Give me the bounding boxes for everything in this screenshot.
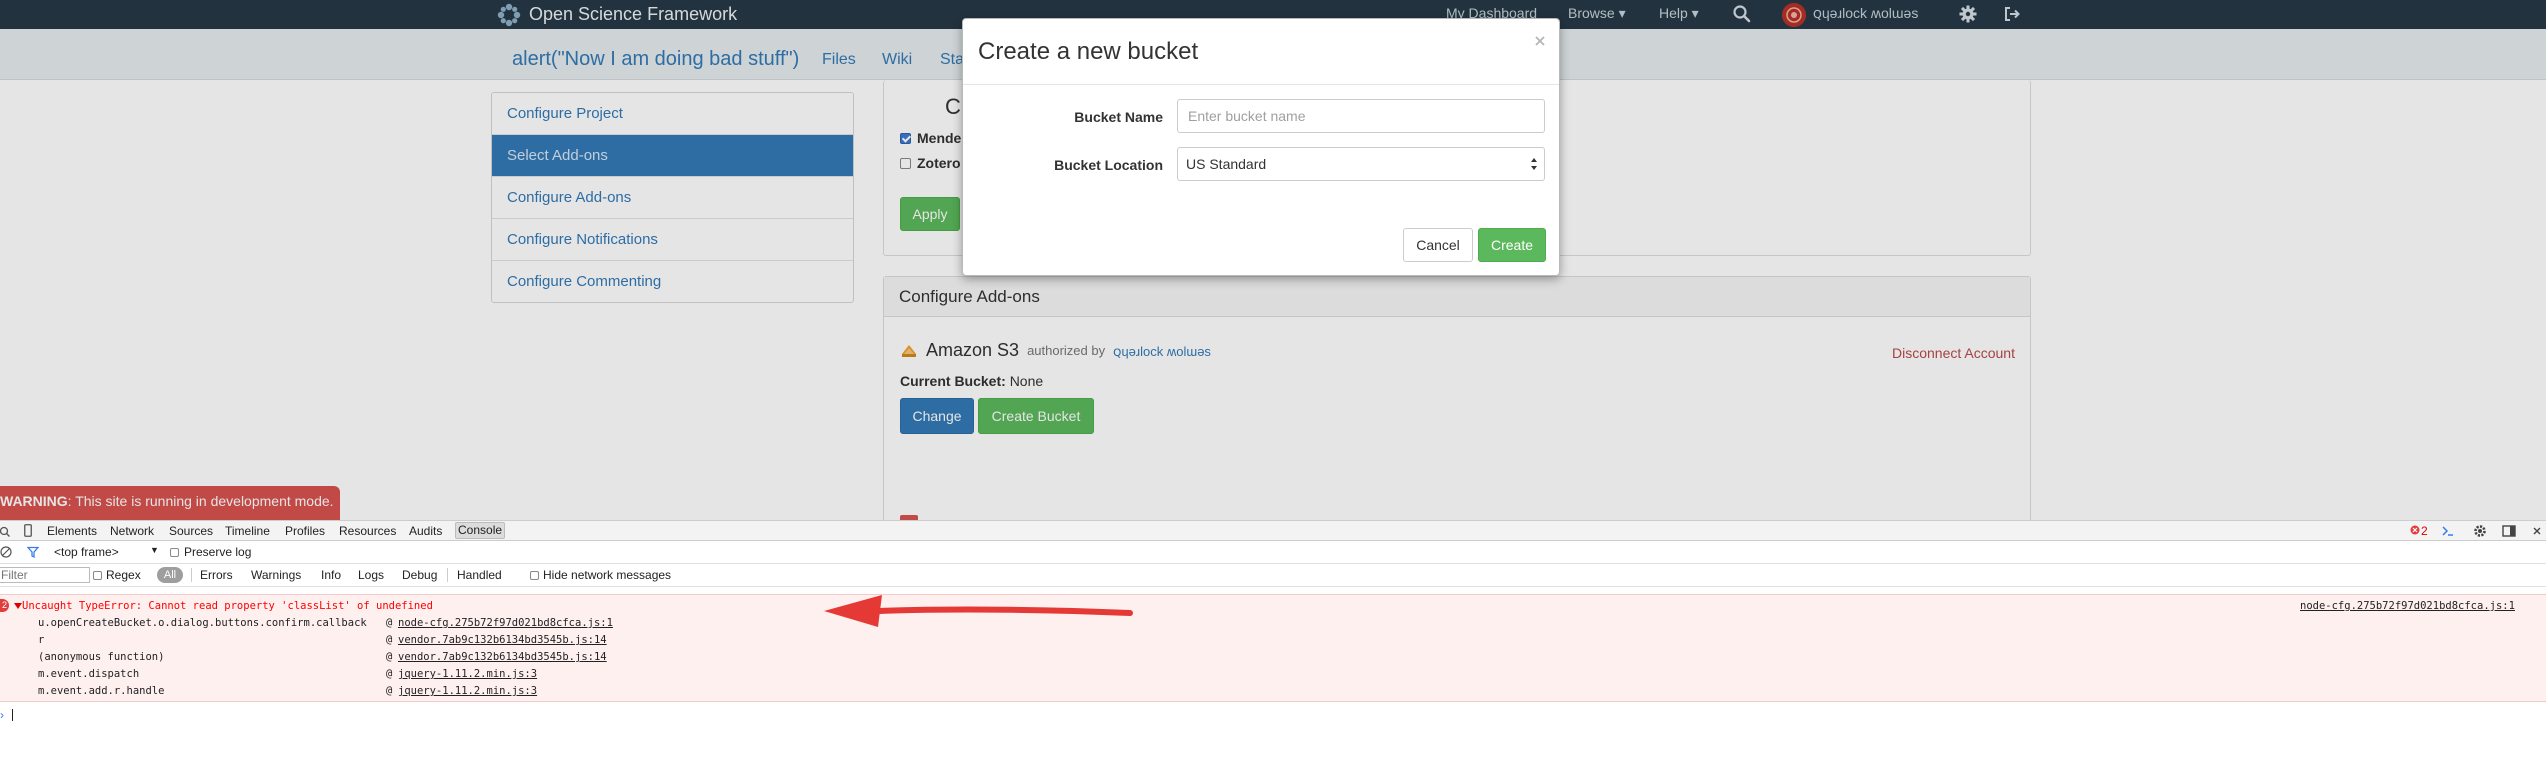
bucket-location-label: Bucket Location <box>1054 157 1163 173</box>
devtools-tab-sources[interactable]: Sources <box>169 524 213 538</box>
create-bucket-modal: Create a new bucket Bucket Name Bucket L… <box>962 18 1560 276</box>
close-devtools-icon[interactable] <box>2532 526 2542 536</box>
dock-side-icon[interactable] <box>2502 524 2516 538</box>
device-mode-icon[interactable] <box>24 524 32 537</box>
bucket-location-select[interactable]: US Standard <box>1177 147 1545 181</box>
stack-frame-fn: m.event.add.r.handle <box>38 685 165 697</box>
preserve-log-label: Preserve log <box>184 545 252 559</box>
frame-selector[interactable]: <top frame> <box>54 545 119 559</box>
stack-frame-fn: r <box>38 634 45 646</box>
bucket-name-input[interactable] <box>1177 99 1545 133</box>
devtools-tab-console[interactable]: Console <box>455 522 506 539</box>
devtools-panel: Elements Network Sources Timeline Profil… <box>0 520 2546 781</box>
filter-icon[interactable] <box>27 546 39 558</box>
stack-frame-at: @ <box>386 651 393 663</box>
stack-frame-link[interactable]: jquery-1.11.2.min.js:3 <box>398 668 537 680</box>
stack-frame-at: @ <box>386 617 393 629</box>
devtools-tab-audits[interactable]: Audits <box>409 524 442 538</box>
stack-frame-link[interactable]: jquery-1.11.2.min.js:3 <box>398 685 537 697</box>
error-source-link[interactable]: node-cfg.275b72f97d021bd8cfca.js:1 <box>2300 600 2515 612</box>
filter-input[interactable] <box>0 567 90 583</box>
error-text: Uncaught TypeError: Cannot read property… <box>22 600 433 612</box>
level-debug[interactable]: Debug <box>402 568 437 582</box>
inspect-icon[interactable] <box>0 525 10 537</box>
stack-frame-link[interactable]: vendor.7ab9c132b6134bd3545b.js:14 <box>398 634 607 646</box>
annotation-arrow-icon <box>824 595 1133 627</box>
osf-page: Open Science Framework My Dashboard Brow… <box>0 0 2546 520</box>
create-button[interactable]: Create <box>1478 228 1546 262</box>
stack-frame-link[interactable]: node-cfg.275b72f97d021bd8cfca.js:1 <box>398 617 613 629</box>
modal-title: Create a new bucket <box>978 38 1199 65</box>
level-logs[interactable]: Logs <box>358 568 384 582</box>
bucket-name-label: Bucket Name <box>1074 109 1163 125</box>
stack-frame-at: @ <box>386 634 393 646</box>
level-handled[interactable]: Handled <box>457 568 502 582</box>
frame-selector-arrow-icon[interactable]: ▼ <box>150 545 159 555</box>
hide-network-checkbox[interactable] <box>530 571 539 580</box>
modal-header: Create a new bucket <box>963 19 1559 85</box>
devtools-tab-resources[interactable]: Resources <box>339 524 396 538</box>
settings-gear-icon[interactable] <box>2473 524 2487 538</box>
expand-triangle-icon[interactable] <box>14 603 22 609</box>
level-errors[interactable]: Errors <box>200 568 233 582</box>
devtools-tab-network[interactable]: Network <box>110 524 154 538</box>
level-warnings[interactable]: Warnings <box>251 568 301 582</box>
cancel-button[interactable]: Cancel <box>1403 228 1473 262</box>
select-arrows-icon <box>1531 158 1537 170</box>
level-all[interactable]: All <box>157 567 183 583</box>
stack-frame-fn: u.openCreateBucket.o.dialog.buttons.conf… <box>38 617 367 629</box>
regex-checkbox[interactable] <box>93 571 102 580</box>
error-count-icon[interactable] <box>2410 525 2420 535</box>
regex-label: Regex <box>106 568 141 582</box>
bucket-location-value: US Standard <box>1186 156 1267 172</box>
level-info[interactable]: Info <box>321 568 341 582</box>
console-toolbar: <top frame> ▼ Preserve log <box>0 541 2546 564</box>
devtools-tab-bar: Elements Network Sources Timeline Profil… <box>0 520 2546 541</box>
devtools-tab-timeline[interactable]: Timeline <box>225 524 270 538</box>
divider <box>191 568 192 582</box>
error-count[interactable]: 2 <box>2421 524 2428 538</box>
stack-frame-fn: m.event.dispatch <box>38 668 140 680</box>
preserve-log-checkbox[interactable] <box>170 548 179 557</box>
hide-network-label: Hide network messages <box>543 568 672 582</box>
divider <box>447 568 448 582</box>
devtools-tab-profiles[interactable]: Profiles <box>285 524 325 538</box>
stack-frame-at: @ <box>386 668 393 680</box>
stack-frame-fn: (anonymous function) <box>38 651 165 663</box>
close-icon[interactable] <box>1532 33 1548 49</box>
console-error-message[interactable]: 2 Uncaught TypeError: Cannot read proper… <box>0 594 2546 702</box>
error-repeat-badge: 2 <box>0 599 9 612</box>
console-prompt[interactable]: › <box>0 708 4 722</box>
stack-frame-link[interactable]: vendor.7ab9c132b6134bd3545b.js:14 <box>398 651 607 663</box>
stack-frame-at: @ <box>386 685 393 697</box>
clear-console-icon[interactable] <box>0 546 12 558</box>
console-drawer-icon[interactable] <box>2441 524 2455 538</box>
console-caret <box>12 709 13 721</box>
devtools-tab-elements[interactable]: Elements <box>47 524 97 538</box>
console-filter-bar: Regex All Errors Warnings Info Logs Debu… <box>0 564 2546 587</box>
